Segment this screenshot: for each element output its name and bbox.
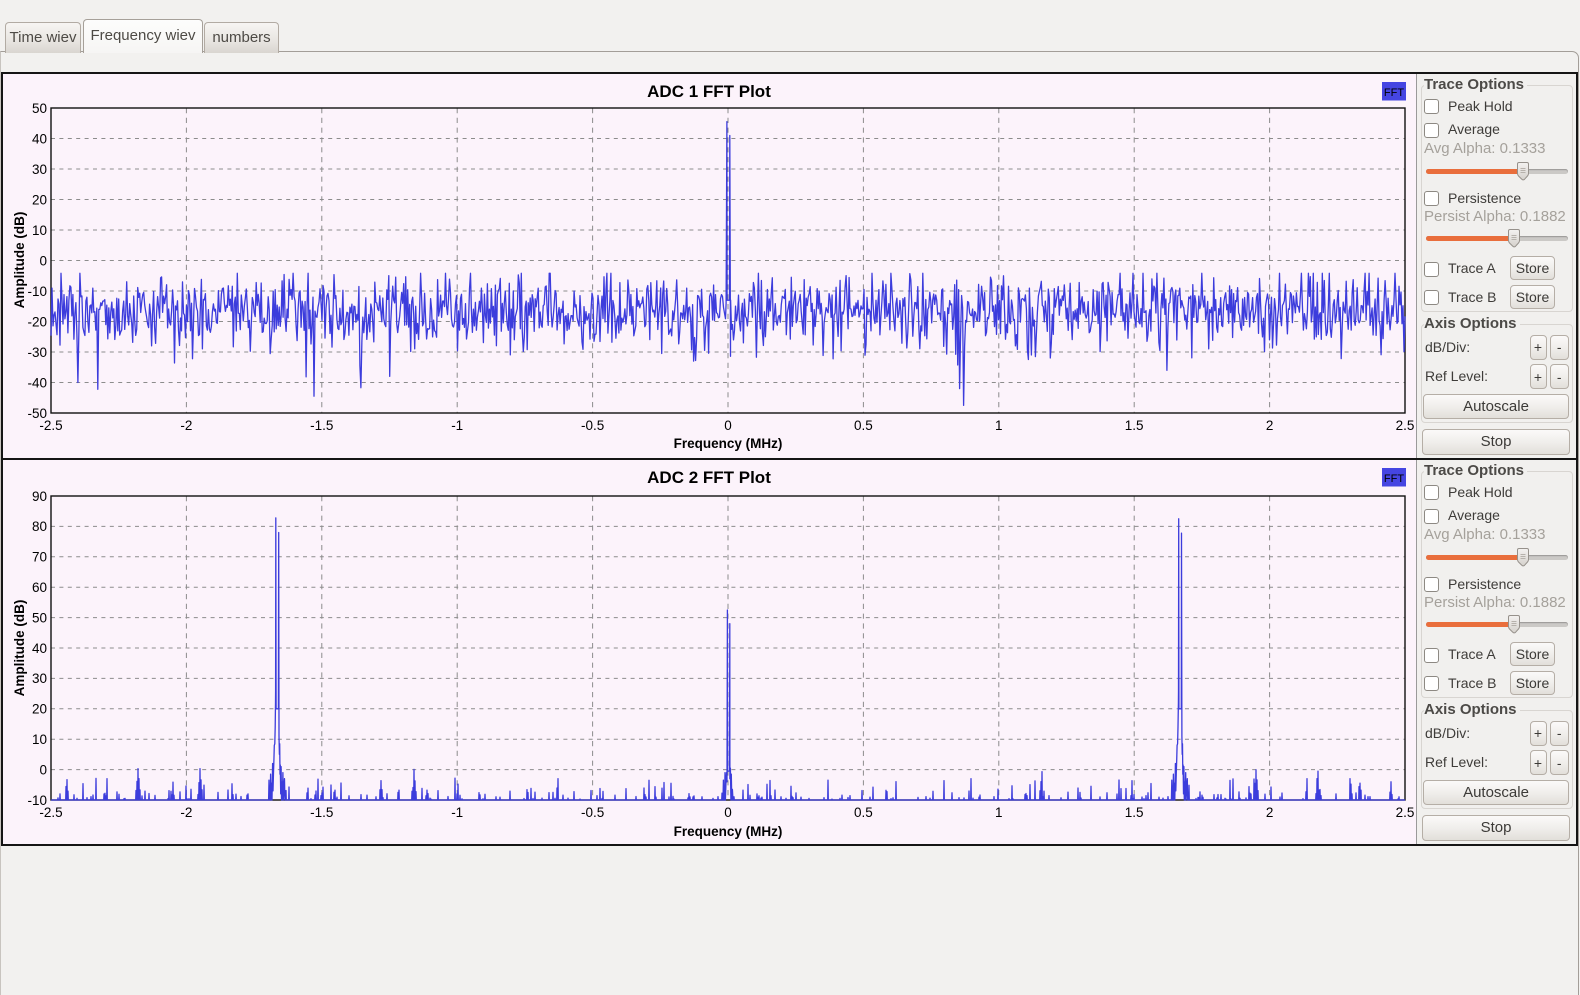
svg-text:1: 1 <box>995 805 1003 820</box>
svg-text:-2: -2 <box>180 418 192 433</box>
svg-text:2.5: 2.5 <box>1396 418 1415 433</box>
svg-text:-1.5: -1.5 <box>310 805 333 820</box>
svg-text:-20: -20 <box>27 314 47 329</box>
svg-text:-30: -30 <box>27 345 47 360</box>
svg-text:30: 30 <box>32 671 47 686</box>
svg-text:2: 2 <box>1266 418 1274 433</box>
svg-text:0.5: 0.5 <box>854 418 873 433</box>
svg-text:10: 10 <box>32 223 47 238</box>
svg-text:40: 40 <box>32 131 47 146</box>
svg-text:40: 40 <box>32 641 47 656</box>
svg-text:Frequency (MHz): Frequency (MHz) <box>674 436 783 451</box>
svg-text:-1.5: -1.5 <box>310 418 333 433</box>
svg-text:2.5: 2.5 <box>1396 805 1415 820</box>
svg-text:0: 0 <box>724 418 732 433</box>
svg-text:-1: -1 <box>451 805 463 820</box>
svg-text:30: 30 <box>32 162 47 177</box>
svg-text:90: 90 <box>32 489 47 504</box>
svg-text:70: 70 <box>32 550 47 565</box>
svg-text:-1: -1 <box>451 418 463 433</box>
svg-text:2: 2 <box>1266 805 1274 820</box>
svg-text:1.5: 1.5 <box>1125 418 1144 433</box>
svg-text:ADC 1 FFT Plot: ADC 1 FFT Plot <box>647 82 771 101</box>
svg-text:Amplitude (dB): Amplitude (dB) <box>12 212 27 309</box>
svg-text:0.5: 0.5 <box>854 805 873 820</box>
svg-text:60: 60 <box>32 580 47 595</box>
svg-text:20: 20 <box>32 702 47 717</box>
svg-text:-0.5: -0.5 <box>581 418 604 433</box>
svg-text:50: 50 <box>32 101 47 116</box>
svg-text:20: 20 <box>32 192 47 207</box>
svg-text:-2.5: -2.5 <box>39 418 62 433</box>
svg-text:FFT: FFT <box>1384 87 1404 99</box>
svg-text:50: 50 <box>32 610 47 625</box>
svg-text:Amplitude (dB): Amplitude (dB) <box>12 600 27 697</box>
svg-text:Frequency (MHz): Frequency (MHz) <box>674 824 783 839</box>
svg-text:0: 0 <box>39 253 47 268</box>
svg-text:FFT: FFT <box>1384 473 1404 485</box>
svg-text:0: 0 <box>39 762 47 777</box>
svg-text:ADC 2 FFT Plot: ADC 2 FFT Plot <box>647 468 771 487</box>
svg-text:-10: -10 <box>27 284 47 299</box>
svg-text:-2.5: -2.5 <box>39 805 62 820</box>
svg-text:1.5: 1.5 <box>1125 805 1144 820</box>
svg-text:1: 1 <box>995 418 1003 433</box>
svg-text:10: 10 <box>32 732 47 747</box>
svg-text:-0.5: -0.5 <box>581 805 604 820</box>
svg-text:-40: -40 <box>27 375 47 390</box>
svg-text:0: 0 <box>724 805 732 820</box>
svg-text:80: 80 <box>32 519 47 534</box>
svg-text:-2: -2 <box>180 805 192 820</box>
